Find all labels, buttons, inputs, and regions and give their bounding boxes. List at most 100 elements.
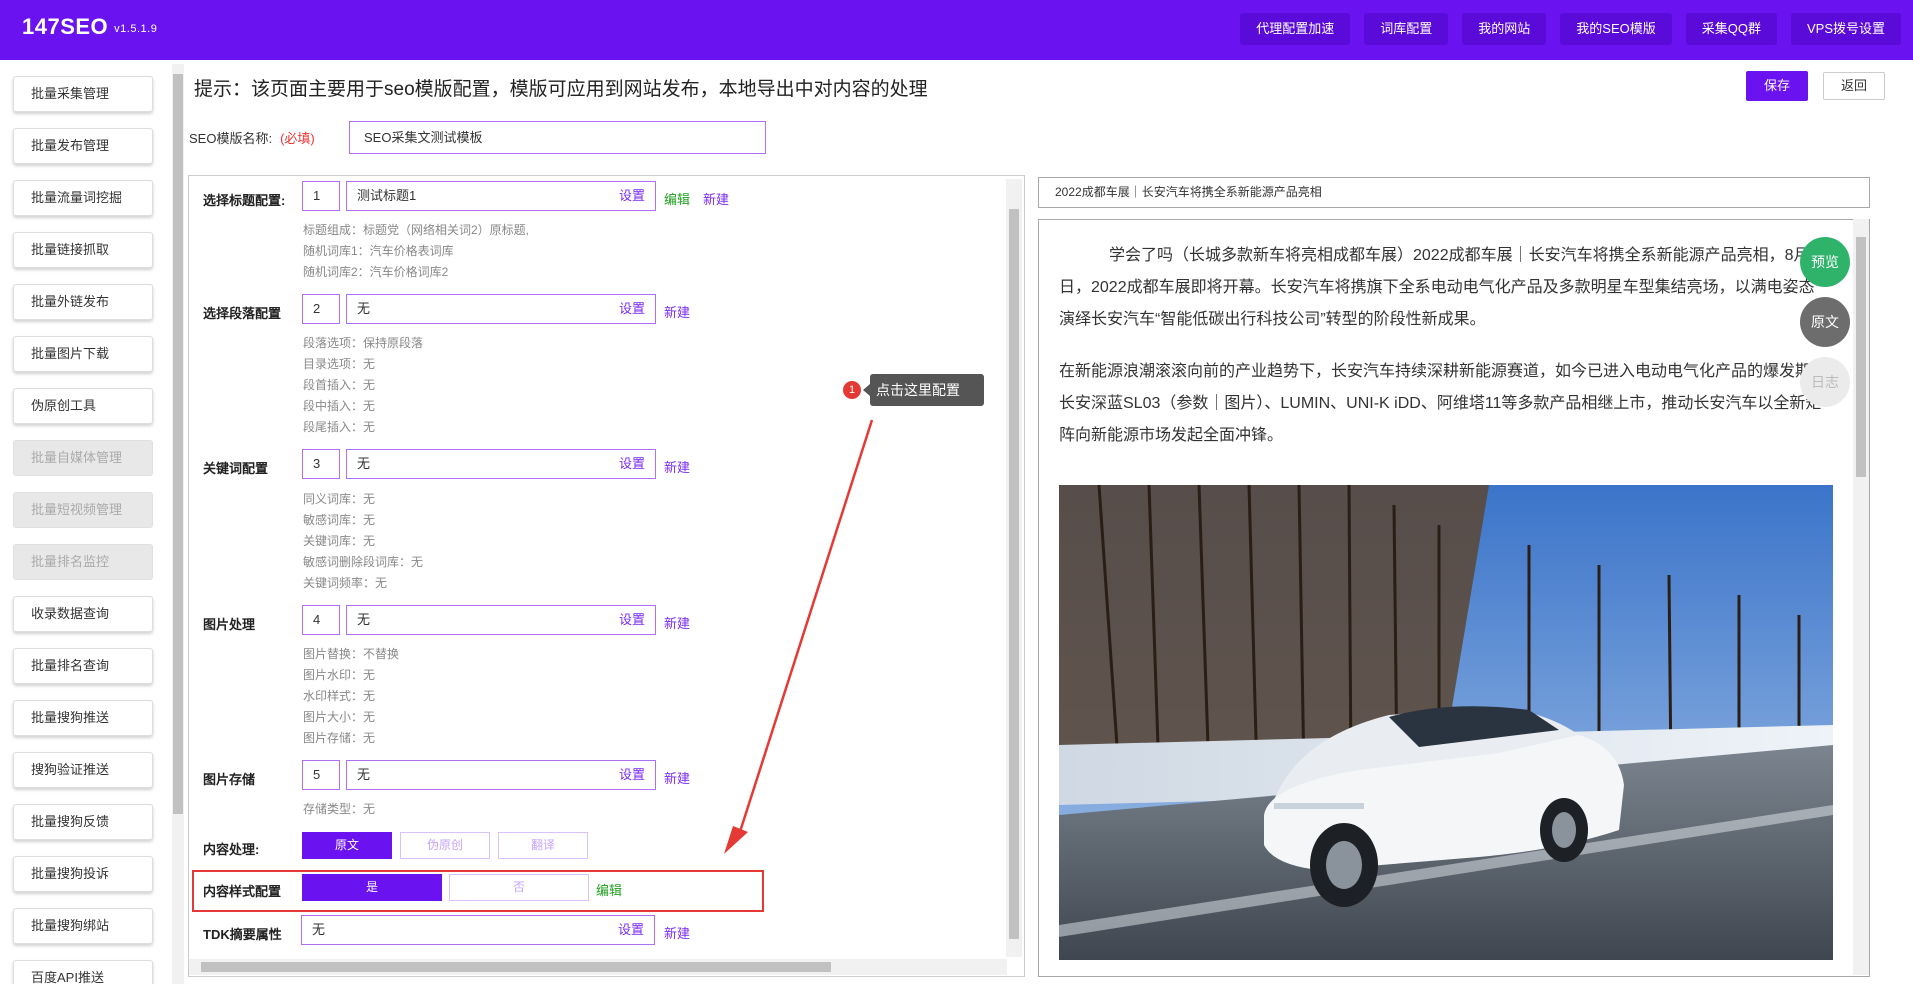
title-config-new-link[interactable]: 新建 [703,189,729,208]
template-name-input[interactable]: SEO采集文测试模板 [349,121,766,154]
preview-float-button[interactable]: 预览 [1800,237,1850,287]
desc-line: 敏感词删除段词库：无 [303,555,424,569]
desc-line: 段尾插入：无 [303,420,376,434]
car-photo-graphic [1059,485,1833,960]
tdk-select[interactable]: 无 设置 [301,915,655,945]
sidebar-scroll-thumb[interactable] [173,74,183,814]
sidebar-item-sogou-feedback[interactable]: 批量搜狗反馈 [13,804,153,840]
image-config-new-link[interactable]: 新建 [664,613,690,632]
image-config-select[interactable]: 无 设置 [346,605,656,635]
sidebar-scrollbar[interactable] [172,64,184,984]
tdk-new-link[interactable]: 新建 [664,923,690,942]
desc-line: 图片水印：无 [303,668,376,682]
desc-line: 关键词频率：无 [303,576,388,590]
brand-logo[interactable]: 147SEO v1.5.1.9 [22,14,157,40]
content-pseudo-original-option[interactable]: 伪原创 [400,832,490,859]
config-panel-hscroll-thumb[interactable] [201,962,831,972]
image-config-set-link[interactable]: 设置 [619,606,645,634]
image-config-number[interactable]: 4 [302,605,340,635]
paragraph-config-select[interactable]: 无 设置 [346,294,656,324]
paragraph-config-set-link[interactable]: 设置 [619,295,645,323]
image-config-value: 无 [357,612,371,627]
preview-scroll-thumb[interactable] [1856,237,1866,477]
content-original-option[interactable]: 原文 [302,832,392,859]
paragraph-config-row: 选择段落配置 2 无 设置 新建 [189,294,1009,324]
annotation-tooltip: 点击这里配置 [863,374,984,406]
image-config-label: 图片处理 [203,617,256,632]
desc-line: 段首插入：无 [303,378,376,392]
nav-lexicon-button[interactable]: 词库配置 [1364,13,1449,45]
storage-config-select[interactable]: 无 设置 [346,760,656,790]
nav-my-templates-button[interactable]: 我的SEO模版 [1560,13,1672,45]
sidebar-item-image-download[interactable]: 批量图片下载 [13,336,153,372]
sidebar-item-video-manage: 批量短视频管理 [13,492,153,528]
highlight-box [192,870,764,912]
preview-title[interactable]: 2022成都车展｜长安汽车将携全系新能源产品亮相 [1038,177,1870,208]
sidebar-item-sogou-bind[interactable]: 批量搜狗绑站 [13,908,153,944]
storage-config-number[interactable]: 5 [302,760,340,790]
nav-proxy-button[interactable]: 代理配置加速 [1240,13,1351,45]
image-config-row: 图片处理 4 无 设置 新建 [189,605,1009,635]
preview-panel: 学会了吗（长城多款新车将亮相成都车展）2022成都车展｜长安汽车将携全系新能源产… [1038,219,1870,977]
config-panel-scroll-thumb[interactable] [1009,209,1019,939]
title-config-edit-link[interactable]: 编辑 [664,189,690,208]
preview-paragraph-2: 在新能源浪潮滚滚向前的产业趋势下，长安汽车持续深耕新能源赛道，如今已进入电动电气… [1059,363,1828,444]
paragraph-config-value: 无 [357,301,371,316]
desc-line: 段落选项：保持原段落 [303,336,424,350]
keyword-config-label: 关键词配置 [203,461,269,476]
save-button[interactable]: 保存 [1746,71,1808,101]
content-processing-label: 内容处理: [203,842,260,857]
original-float-button[interactable]: 原文 [1800,297,1850,347]
desc-line: 标题组成：标题党（网络相关词2）原标题, [303,223,530,237]
storage-config-new-link[interactable]: 新建 [664,768,690,787]
template-name-label-text: SEO模版名称: [189,131,273,146]
tdk-value: 无 [312,922,326,937]
title-config-number[interactable]: 1 [302,181,340,211]
config-panel-scrollbar[interactable] [1006,179,1022,957]
nav-qq-group-button[interactable]: 采集QQ群 [1685,13,1777,45]
content-processing-row: 内容处理: 原文 伪原创 翻译 [189,832,1009,862]
sidebar-item-sogou-complaint[interactable]: 批量搜狗投诉 [13,856,153,892]
title-config-select[interactable]: 测试标题1 设置 [346,181,656,211]
title-config-set-link[interactable]: 设置 [619,182,645,210]
sidebar-item-traffic-words[interactable]: 批量流量词挖掘 [13,180,153,216]
desc-line: 存储类型：无 [303,802,376,816]
storage-config-value: 无 [357,767,371,782]
sidebar-item-pseudo-original[interactable]: 伪原创工具 [13,388,153,424]
preview-scrollbar[interactable] [1853,219,1869,975]
brand-name: 147SEO [22,14,109,39]
desc-line: 图片替换：不替换 [303,647,400,661]
version-label: v1.5.1.9 [114,23,158,35]
sidebar-item-sogou-verify-push[interactable]: 搜狗验证推送 [13,752,153,788]
sidebar-item-sogou-push[interactable]: 批量搜狗推送 [13,700,153,736]
keyword-config-set-link[interactable]: 设置 [619,450,645,478]
desc-line: 随机词库1：汽车价格表词库 [303,244,454,258]
paragraph-config-number[interactable]: 2 [302,294,340,324]
config-panel-hscrollbar[interactable] [189,959,1007,975]
desc-line: 关键词库：无 [303,534,376,548]
nav-my-sites-button[interactable]: 我的网站 [1462,13,1547,45]
image-config-desc: 图片替换：不替换 图片水印：无 水印样式：无 图片大小：无 图片存储：无 [303,644,399,749]
sidebar-item-external-links[interactable]: 批量外链发布 [13,284,153,320]
sidebar-item-rank-query[interactable]: 批量排名查询 [13,648,153,684]
keyword-config-number[interactable]: 3 [302,449,340,479]
log-float-button[interactable]: 日志 [1800,357,1850,407]
sidebar-item-link-crawl[interactable]: 批量链接抓取 [13,232,153,268]
desc-line: 敏感词库：无 [303,513,376,527]
config-panel: 选择标题配置: 1 测试标题1 设置 编辑 新建 标题组成：标题党（网络相关词2）… [188,175,1025,977]
content-translate-option[interactable]: 翻译 [498,832,588,859]
tdk-set-link[interactable]: 设置 [618,916,644,944]
desc-line: 图片大小：无 [303,710,376,724]
top-nav: 代理配置加速 词库配置 我的网站 我的SEO模版 采集QQ群 VPS拨号设置 [1240,13,1901,45]
sidebar-item-index-query[interactable]: 收录数据查询 [13,596,153,632]
nav-vps-button[interactable]: VPS拨号设置 [1790,13,1901,45]
sidebar-item-batch-collect[interactable]: 批量采集管理 [13,76,153,112]
keyword-config-new-link[interactable]: 新建 [664,457,690,476]
top-bar: 147SEO v1.5.1.9 代理配置加速 词库配置 我的网站 我的SEO模版 … [0,0,1913,60]
keyword-config-select[interactable]: 无 设置 [346,449,656,479]
sidebar-item-baidu-api[interactable]: 百度API推送 [13,960,153,984]
back-button[interactable]: 返回 [1823,72,1885,100]
sidebar-item-batch-publish[interactable]: 批量发布管理 [13,128,153,164]
storage-config-set-link[interactable]: 设置 [619,761,645,789]
paragraph-config-new-link[interactable]: 新建 [664,302,690,321]
